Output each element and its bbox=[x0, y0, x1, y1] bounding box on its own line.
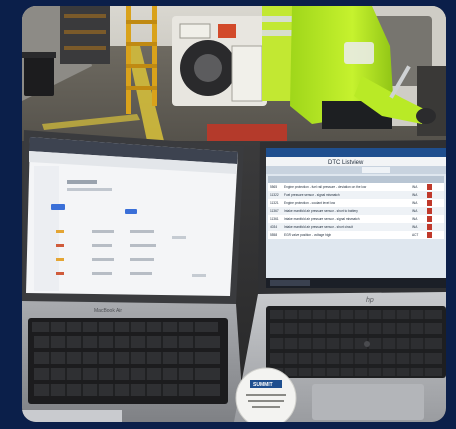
fault-desc: Intake manifold air pressure sensor - si… bbox=[284, 217, 360, 221]
fault-status: INA bbox=[412, 217, 418, 221]
fault-desc: Intake manifold air pressure sensor - sh… bbox=[284, 225, 353, 229]
fault-desc: Engine protection - fuel rail pressure -… bbox=[284, 185, 367, 189]
fault-desc: Fuel pressure sensor - signal mismatch bbox=[284, 193, 340, 197]
left-laptop: MacBook Air bbox=[22, 130, 244, 422]
frame: MacBook Air DTC Listview 5565 Engine pro… bbox=[0, 0, 456, 429]
hp-logo: hp bbox=[366, 297, 374, 304]
sticker: SUMMIT bbox=[235, 367, 297, 422]
fault-status: INA bbox=[412, 201, 418, 205]
fault-code: 5565 bbox=[270, 185, 277, 189]
fault-status: ACT bbox=[412, 233, 418, 237]
fault-desc: EGR valve position - voltage high bbox=[284, 233, 331, 237]
photo-illustration: MacBook Air DTC Listview 5565 Engine pro… bbox=[22, 6, 446, 422]
fault-desc: Intake manifold air pressure sensor - sh… bbox=[284, 209, 358, 213]
right-fault-table: 5565 Engine protection - fuel rail press… bbox=[268, 176, 444, 239]
trash-bin bbox=[24, 54, 54, 96]
sticker-text: SUMMIT bbox=[253, 382, 273, 388]
fault-status: INA bbox=[412, 209, 418, 213]
right-trackpad bbox=[312, 384, 424, 420]
fault-code: 11321 bbox=[270, 201, 279, 205]
fault-code: 11367 bbox=[270, 209, 279, 213]
macbook-label: MacBook Air bbox=[94, 308, 122, 314]
fault-desc: Engine protection - coolant level low bbox=[284, 201, 336, 205]
fault-code: 5558 bbox=[270, 233, 277, 237]
fault-code: 4034 bbox=[270, 225, 277, 229]
fault-code: 11322 bbox=[270, 193, 279, 197]
fault-status: INA bbox=[412, 225, 418, 229]
right-laptop: DTC Listview 5565 Engine protection - fu… bbox=[234, 140, 446, 422]
left-screen-button bbox=[51, 204, 65, 210]
photo: MacBook Air DTC Listview 5565 Engine pro… bbox=[22, 6, 446, 422]
fault-code: 11361 bbox=[270, 217, 279, 221]
fault-status: INA bbox=[412, 185, 418, 189]
right-window-title: DTC Listview bbox=[328, 160, 364, 166]
fault-status: INA bbox=[412, 193, 418, 197]
